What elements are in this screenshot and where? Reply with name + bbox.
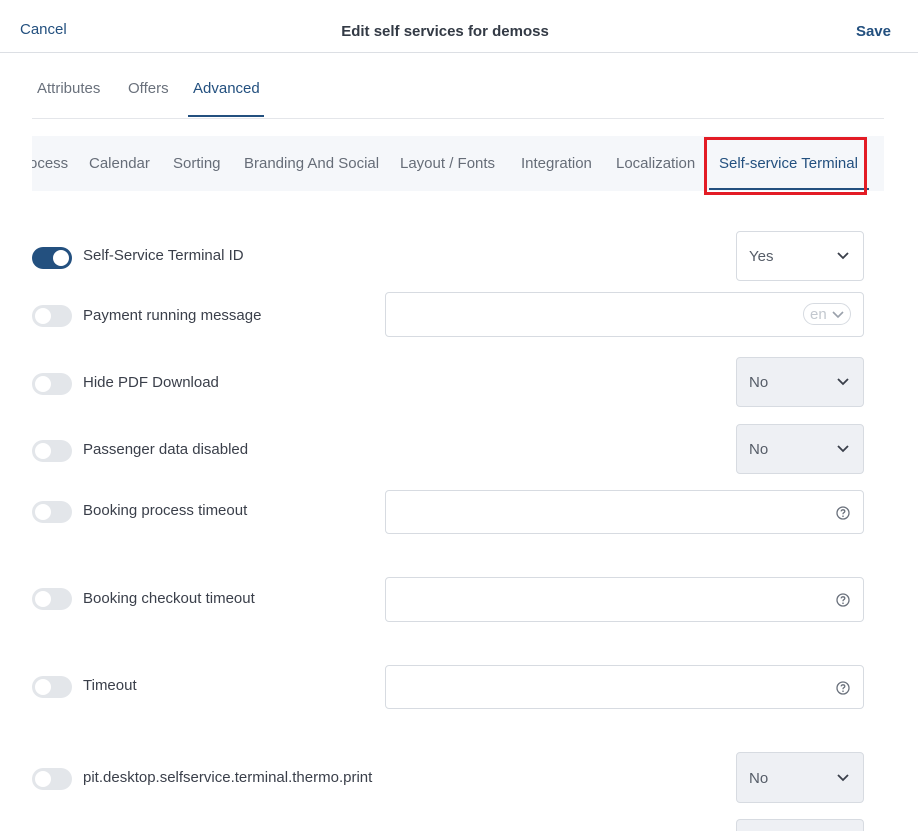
setting-row: Hide PDF Download No [0, 357, 918, 407]
sub-tab-calendar[interactable]: Calendar [89, 155, 150, 172]
setting-label: Self-Service Terminal ID [83, 247, 244, 264]
self-service-terminal-id-select[interactable]: Yes [736, 231, 864, 281]
save-button[interactable]: Save [856, 23, 891, 40]
sub-tab-layout-fonts[interactable]: Layout / Fonts [400, 155, 495, 172]
toggle-knob [35, 443, 51, 459]
chevron-down-icon [837, 445, 849, 453]
setting-label: Booking process timeout [83, 502, 248, 519]
self-service-terminal-id-toggle[interactable] [32, 247, 72, 269]
toggle-knob [53, 250, 69, 266]
setting-row: Booking checkout timeout [0, 577, 918, 622]
setting-row: Payment running message en [0, 292, 918, 337]
sub-tab-integration[interactable]: Integration [521, 155, 592, 172]
chevron-down-icon [837, 252, 849, 260]
timeout-toggle[interactable] [32, 676, 72, 698]
payment-running-message-input[interactable]: en [385, 292, 864, 337]
payment-running-message-toggle[interactable] [32, 305, 72, 327]
help-circle-icon[interactable] [836, 506, 850, 520]
language-code: en [810, 306, 827, 323]
sub-tab-self-service-terminal[interactable]: Self-service Terminal [719, 155, 858, 172]
toggle-knob [35, 376, 51, 392]
sub-tabs: ocess Calendar Sorting Branding And Soci… [32, 136, 884, 191]
setting-label: pit.desktop.selfservice.terminal.thermo.… [83, 769, 373, 786]
select-value: No [749, 374, 769, 391]
hide-pdf-download-select[interactable]: No [736, 357, 864, 407]
dialog-title: Edit self services for demoss [341, 23, 549, 40]
sub-tab-process[interactable]: ocess [32, 155, 68, 172]
booking-process-timeout-input[interactable] [385, 490, 864, 534]
toggle-knob [35, 771, 51, 787]
setting-label: Hide PDF Download [83, 374, 219, 391]
passenger-data-disabled-select[interactable]: No [736, 424, 864, 474]
booking-checkout-timeout-input[interactable] [385, 577, 864, 622]
booking-process-timeout-toggle[interactable] [32, 501, 72, 523]
toggle-knob [35, 591, 51, 607]
hide-pdf-download-toggle[interactable] [32, 373, 72, 395]
setting-row: pit.desktop.selfservice.terminal.thermo.… [0, 752, 918, 803]
setting-row: Passenger data disabled No [0, 424, 918, 474]
sub-tab-branding-and-social[interactable]: Branding And Social [244, 155, 379, 172]
chevron-down-icon [832, 311, 844, 319]
tab-advanced[interactable]: Advanced [193, 80, 260, 97]
active-tab-indicator [188, 115, 264, 117]
toggle-knob [35, 308, 51, 324]
tab-attributes[interactable]: Attributes [37, 80, 100, 97]
select-value: Yes [749, 248, 774, 265]
setting-label: Passenger data disabled [83, 441, 249, 458]
toggle-knob [35, 504, 51, 520]
setting-row: Timeout [0, 665, 918, 709]
setting-row: Booking process timeout [0, 490, 918, 534]
thermo-print-select[interactable]: No [736, 752, 864, 803]
passenger-data-disabled-toggle[interactable] [32, 440, 72, 462]
language-selector[interactable]: en [803, 303, 851, 325]
chevron-down-icon [837, 774, 849, 782]
setting-label: Booking checkout timeout [83, 590, 255, 607]
setting-label: Payment running message [83, 307, 262, 324]
setting-label: Timeout [83, 677, 137, 694]
dialog-header: Cancel Edit self services for demoss Sav… [0, 0, 918, 53]
setting-row: Self-Service Terminal ID Yes [0, 231, 918, 281]
chevron-down-icon [837, 378, 849, 386]
timeout-input[interactable] [385, 665, 864, 709]
thermo-print-toggle[interactable] [32, 768, 72, 790]
active-sub-tab-indicator [709, 188, 869, 190]
select-value: No [749, 441, 769, 458]
booking-checkout-timeout-toggle[interactable] [32, 588, 72, 610]
next-setting-select[interactable] [736, 819, 864, 831]
toggle-knob [35, 679, 51, 695]
main-tabs: Attributes Offers Advanced [32, 70, 884, 119]
select-value: No [749, 770, 769, 787]
sub-tab-localization[interactable]: Localization [616, 155, 695, 172]
tab-offers[interactable]: Offers [128, 80, 169, 97]
help-circle-icon[interactable] [836, 681, 850, 695]
help-circle-icon[interactable] [836, 593, 850, 607]
sub-tab-sorting[interactable]: Sorting [173, 155, 221, 172]
